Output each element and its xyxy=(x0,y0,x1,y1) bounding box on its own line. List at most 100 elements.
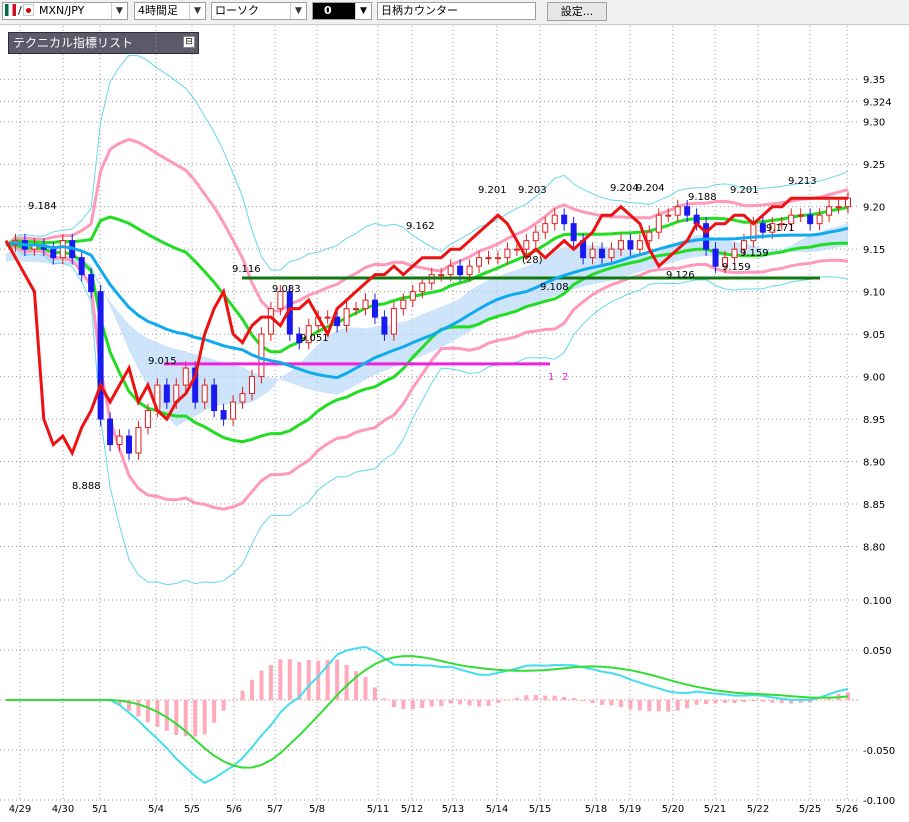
candle-body xyxy=(599,248,606,259)
macd-histogram-bar xyxy=(656,700,661,712)
macd-histogram-bar xyxy=(448,700,453,704)
candle-body xyxy=(353,308,360,311)
macd-histogram-bar xyxy=(249,679,254,700)
candle-body xyxy=(816,214,823,225)
candle-body xyxy=(362,299,369,310)
candle-body xyxy=(608,248,615,259)
macd-histogram-bar xyxy=(618,700,623,708)
candle-body xyxy=(88,274,95,293)
date-tick-label: 5/19 xyxy=(619,804,641,815)
price-tick-label: 8.80 xyxy=(863,543,885,554)
candle-body xyxy=(50,248,57,259)
candle-body xyxy=(513,248,520,251)
macd-histogram-bar xyxy=(600,700,605,705)
macd-tick-label: 0.050 xyxy=(863,646,892,657)
candle-body xyxy=(381,316,388,335)
price-tick-label: 9.10 xyxy=(863,288,885,299)
candle-body xyxy=(324,316,331,319)
macd-histogram-bar xyxy=(467,700,472,706)
candle-body xyxy=(97,291,104,420)
macd-histogram-bar xyxy=(562,696,567,700)
candle-body xyxy=(807,214,814,225)
candle-body xyxy=(371,299,378,318)
macd-histogram-bar xyxy=(628,700,633,710)
date-tick-label: 5/11 xyxy=(367,804,389,815)
macd-histogram-bar xyxy=(704,700,709,705)
candle-body xyxy=(125,435,132,454)
candle-body xyxy=(107,418,114,446)
macd-histogram-bar xyxy=(637,700,642,711)
date-tick-label: 5/20 xyxy=(662,804,684,815)
price-label: 1 xyxy=(548,372,554,383)
candle-body xyxy=(220,410,227,420)
candle-body xyxy=(485,257,492,260)
candle-body xyxy=(59,240,66,259)
macd-histogram-bar xyxy=(382,698,387,700)
price-chart[interactable]: 9.1848.8889.0159.1169.0839.0519.1629.201… xyxy=(0,0,909,822)
candle-body xyxy=(144,410,151,429)
macd-histogram-bar xyxy=(685,700,690,709)
candle-body xyxy=(457,265,464,276)
date-tick-label: 4/30 xyxy=(52,804,74,815)
macd-histogram-bar xyxy=(221,700,226,711)
price-label: 9.162 xyxy=(406,221,435,232)
macd-histogram-bar xyxy=(278,659,283,700)
price-tick-label: 9.30 xyxy=(863,118,885,129)
date-tick-label: 5/21 xyxy=(704,804,726,815)
macd-tick-label: -0.050 xyxy=(863,746,895,757)
macd-histogram-bar xyxy=(552,695,557,700)
candle-body xyxy=(409,291,416,301)
macd-histogram-bar xyxy=(732,700,737,704)
date-tick-label: 5/4 xyxy=(148,804,164,815)
price-axis: 9.35 9.324 9.30 9.25 9.20 9.15 9.10 9.05 9.00 8.9… xyxy=(863,75,895,807)
date-tick-label: 5/1 xyxy=(92,804,108,815)
macd-histogram-bar xyxy=(514,697,519,700)
price-label: 9.201 xyxy=(730,185,759,196)
candle-body xyxy=(703,223,710,250)
price-label: 2 xyxy=(562,372,568,383)
date-tick-label: 5/13 xyxy=(442,804,464,815)
date-tick-label: 4/29 xyxy=(9,804,31,815)
candle-body xyxy=(504,248,511,259)
macd-histogram-bar xyxy=(202,700,207,735)
candle-body xyxy=(447,265,454,276)
candle-body xyxy=(826,206,833,216)
macd-histogram-bar xyxy=(571,698,576,700)
candle-body xyxy=(267,308,274,335)
macd-panel xyxy=(6,645,850,784)
candle-body xyxy=(438,274,445,277)
candle-body xyxy=(636,240,643,250)
price-label: 9.126 xyxy=(666,270,695,281)
price-label: 9.188 xyxy=(688,192,717,203)
price-label: 9.213 xyxy=(788,176,817,187)
macd-histogram-bar xyxy=(590,700,595,703)
candle-body xyxy=(561,214,568,225)
macd-histogram-bar xyxy=(524,695,529,700)
candle-body xyxy=(116,435,123,446)
candle-body xyxy=(532,231,539,242)
candle-body xyxy=(523,240,530,250)
macd-histogram-bar xyxy=(363,677,368,700)
macd-histogram-bar xyxy=(240,690,245,700)
macd-histogram-bar xyxy=(410,700,415,709)
macd-tick-label: 0.100 xyxy=(863,596,892,607)
candle-body xyxy=(551,214,558,225)
date-tick-label: 5/8 xyxy=(309,804,325,815)
macd-histogram-bar xyxy=(316,660,321,700)
candle-body xyxy=(230,401,237,420)
candle-body xyxy=(239,393,246,403)
price-label: 9.051 xyxy=(300,333,329,344)
macd-histogram-bar xyxy=(231,700,236,701)
macd-histogram-bar xyxy=(723,700,728,703)
price-label: 9.108 xyxy=(540,282,569,293)
candle-body xyxy=(835,206,842,209)
candle-body xyxy=(797,214,804,217)
macd-tick-label: -0.100 xyxy=(863,796,895,807)
candle-body xyxy=(674,206,681,216)
candle-body xyxy=(248,376,255,395)
macd-histogram-bar xyxy=(429,700,434,707)
macd-histogram-bar xyxy=(486,700,491,706)
price-tick-label: 8.90 xyxy=(863,458,885,469)
macd-histogram-bar xyxy=(401,700,406,709)
price-tick-label: 9.05 xyxy=(863,330,885,341)
